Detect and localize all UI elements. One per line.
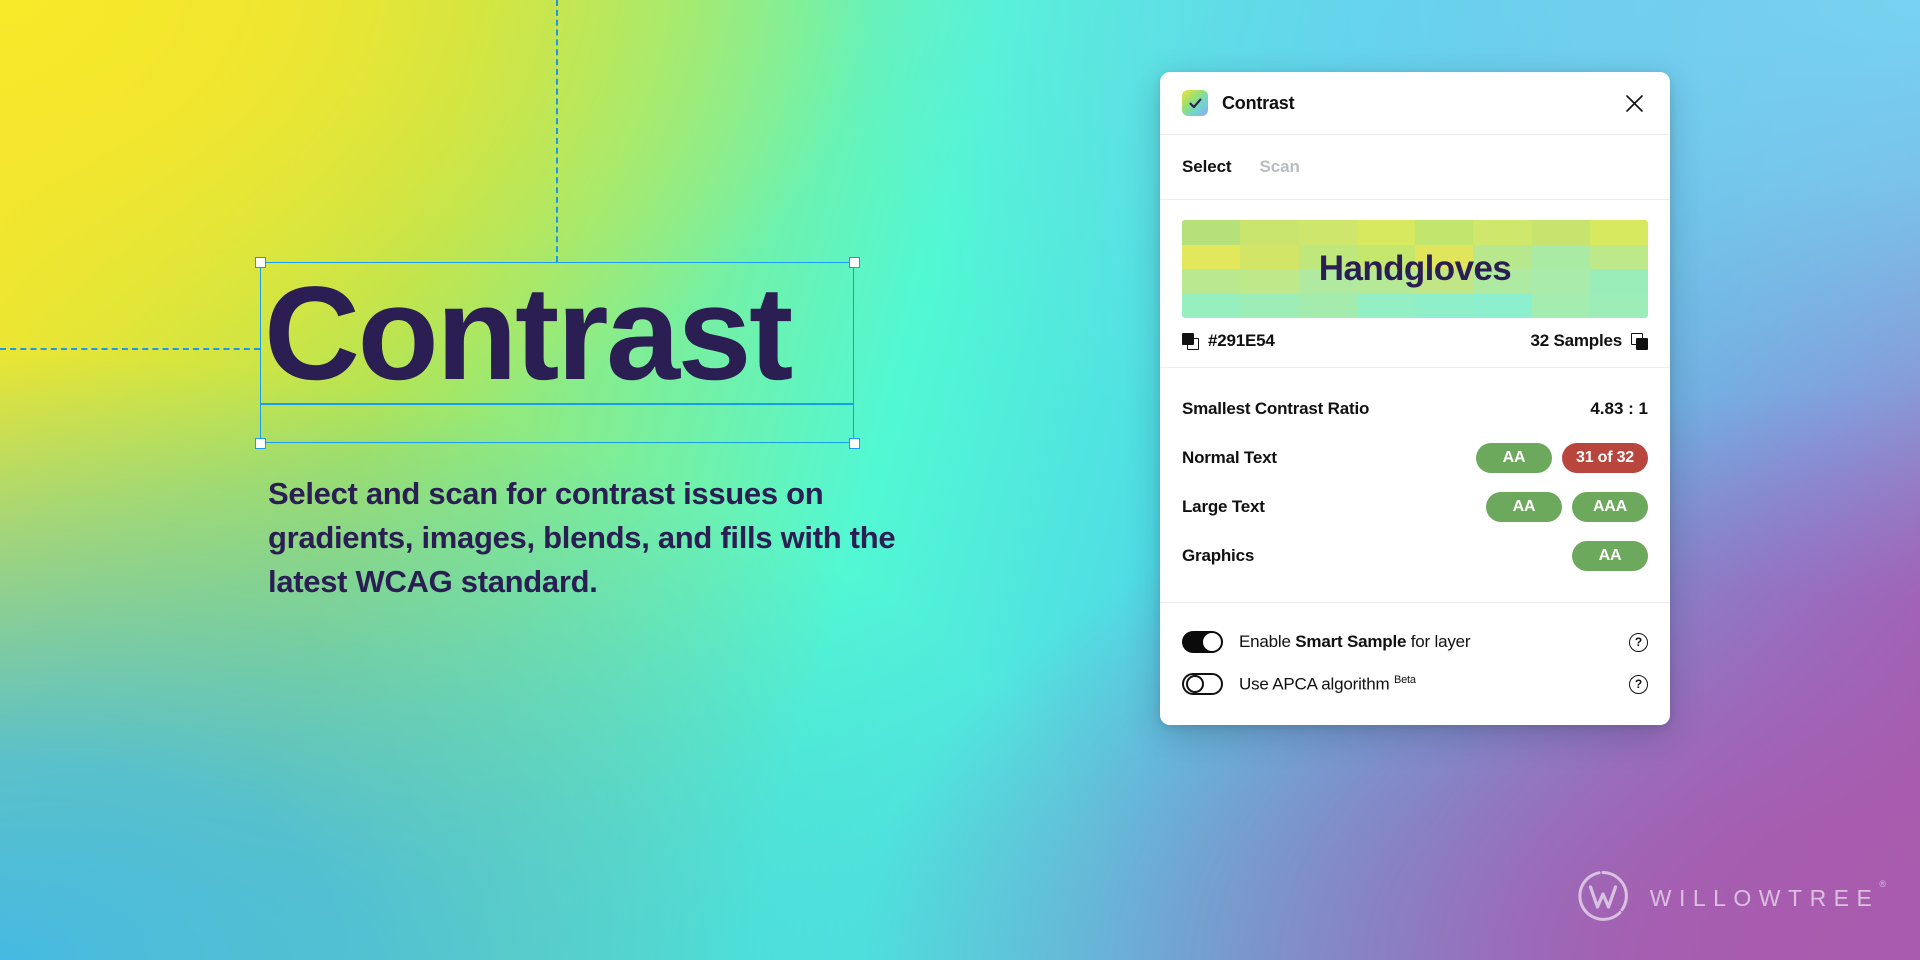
text-baseline-indicator — [260, 403, 854, 405]
copy-samples-button[interactable]: 32 Samples — [1530, 331, 1648, 351]
selection-handle-top-left[interactable] — [254, 256, 266, 268]
guide-line-horizontal — [0, 348, 260, 350]
status-badge: AAA — [1572, 491, 1648, 522]
option-prefix: Use APCA algorithm — [1239, 674, 1394, 694]
result-row-normal-text: Normal Text AA 31 of 32 — [1182, 433, 1648, 482]
option-prefix: Enable — [1239, 632, 1296, 651]
selection-handle-top-right[interactable] — [848, 256, 860, 268]
sample-hex-value: #291E54 — [1208, 331, 1275, 350]
selection-handle-bottom-left[interactable] — [254, 437, 266, 449]
panel-header: Contrast — [1160, 72, 1670, 135]
option-suffix: for layer — [1406, 632, 1471, 651]
page-subtitle: Select and scan for contrast issues on g… — [268, 476, 896, 600]
copy-hex-button[interactable]: #291E54 — [1182, 331, 1275, 351]
result-label: Large Text — [1182, 496, 1265, 516]
selection-bounding-box[interactable] — [260, 262, 854, 443]
contrast-plugin-panel: Contrast Select Scan Handgloves #291E54 … — [1160, 72, 1670, 725]
status-badge: AA — [1476, 442, 1552, 473]
trademark-symbol: ® — [1879, 879, 1886, 890]
status-badge: AA — [1572, 540, 1648, 571]
copy-icon — [1631, 332, 1648, 350]
toggle-apca-algorithm[interactable] — [1182, 673, 1223, 695]
willowtree-wordmark: WILLOWTREE® — [1649, 879, 1886, 912]
result-row-large-text: Large Text AA AAA — [1182, 482, 1648, 531]
option-row-smart-sample: Enable Smart Sample for layer ? — [1182, 621, 1648, 663]
option-label-smart-sample: Enable Smart Sample for layer — [1239, 632, 1471, 652]
panel-tabs: Select Scan — [1160, 135, 1670, 200]
willowtree-w-logo — [1576, 869, 1630, 928]
guide-line-vertical — [556, 0, 558, 262]
option-beta-tag: Beta — [1393, 673, 1416, 686]
status-badge: 31 of 32 — [1562, 442, 1648, 473]
option-strong: Smart Sample — [1295, 632, 1407, 651]
willowtree-branding: WILLOWTREE® — [1576, 869, 1886, 928]
sample-swatch-grid[interactable]: Handgloves — [1182, 220, 1648, 318]
result-row-graphics: Graphics AA — [1182, 531, 1648, 580]
option-row-apca: Use APCA algorithm Beta ? — [1182, 663, 1648, 705]
gradient-check-icon — [1182, 90, 1208, 116]
result-label: Smallest Contrast Ratio — [1182, 398, 1370, 418]
option-label-apca: Use APCA algorithm Beta — [1239, 674, 1416, 695]
help-circle-icon[interactable]: ? — [1629, 632, 1648, 652]
wordmark-text: WILLOWTREE — [1649, 885, 1880, 911]
sample-section: Handgloves #291E54 32 Samples — [1160, 200, 1670, 368]
result-row-smallest-contrast-ratio: Smallest Contrast Ratio 4.83 : 1 — [1182, 384, 1648, 433]
selection-handle-bottom-right[interactable] — [848, 437, 860, 449]
sample-count-label: 32 Samples — [1530, 331, 1622, 350]
result-value: 4.83 : 1 — [1590, 398, 1648, 418]
sample-preview-text: Handgloves — [1318, 249, 1512, 288]
result-label: Normal Text — [1182, 447, 1277, 467]
results-section: Smallest Contrast Ratio 4.83 : 1 Normal … — [1160, 368, 1670, 603]
toggle-smart-sample[interactable] — [1182, 631, 1223, 653]
sample-meta: #291E54 32 Samples — [1182, 331, 1648, 351]
tab-select[interactable]: Select — [1182, 157, 1232, 177]
panel-title: Contrast — [1222, 92, 1295, 113]
copy-icon — [1182, 332, 1199, 350]
tab-scan[interactable]: Scan — [1260, 157, 1300, 177]
close-icon[interactable] — [1620, 89, 1648, 117]
help-circle-icon[interactable]: ? — [1629, 674, 1648, 694]
result-label: Graphics — [1182, 545, 1255, 565]
status-badge: AA — [1486, 491, 1562, 522]
options-section: Enable Smart Sample for layer ? Use APCA… — [1160, 603, 1670, 725]
